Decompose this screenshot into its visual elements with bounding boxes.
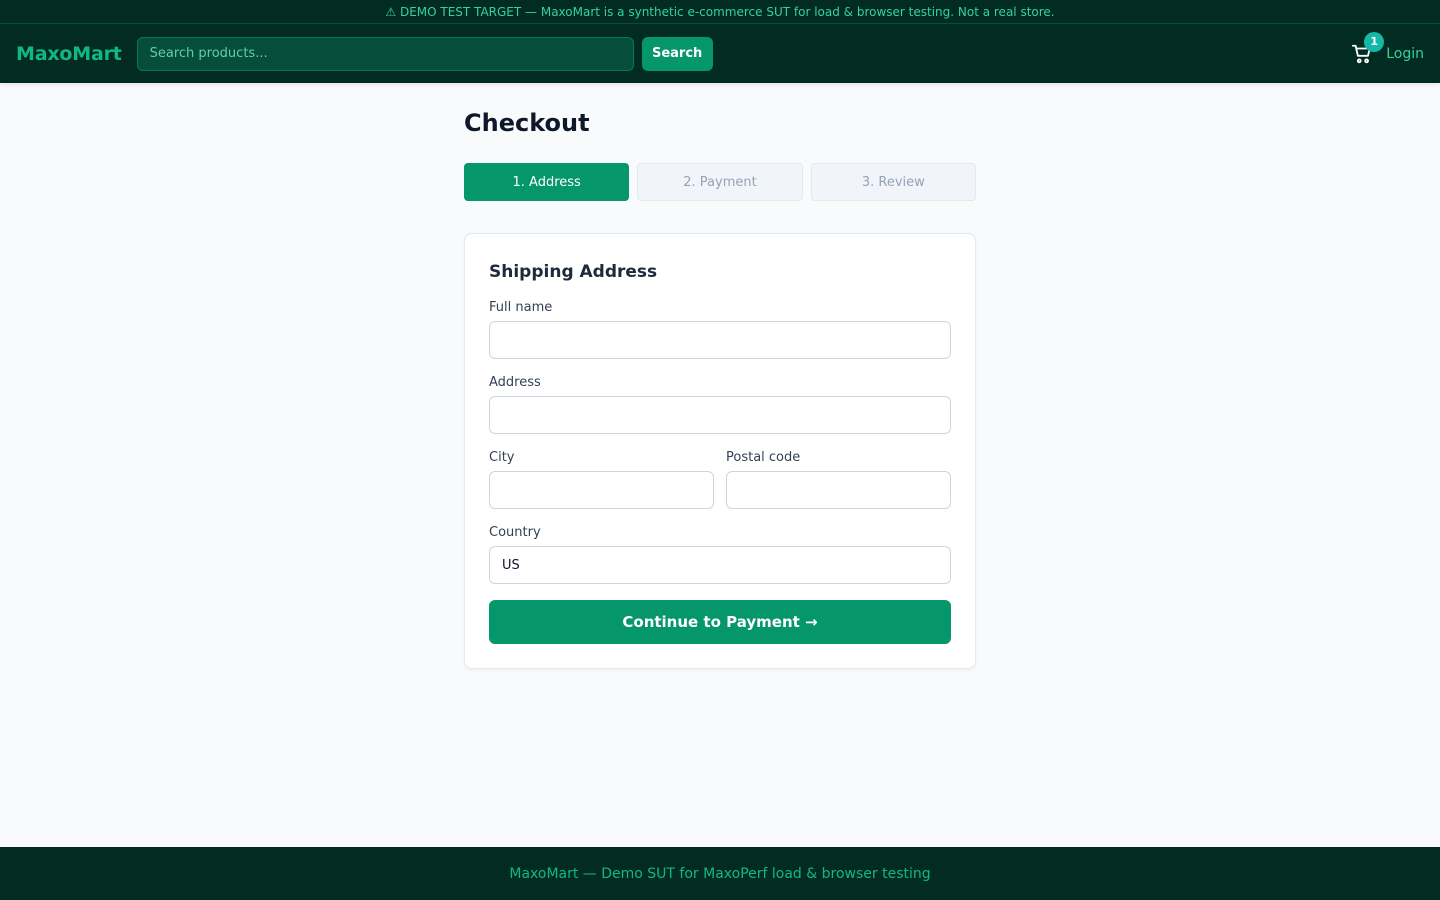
cart-count-badge: 1	[1364, 31, 1385, 52]
shipping-address-card: Shipping Address Full name Address City …	[464, 233, 976, 669]
city-label: City	[489, 450, 515, 465]
city-field-group: City	[489, 450, 714, 509]
country-label: Country	[489, 525, 541, 540]
full-name-input[interactable]	[489, 321, 951, 359]
continue-to-payment-button[interactable]: Continue to Payment →	[489, 600, 951, 644]
step-payment[interactable]: 2. Payment	[637, 163, 803, 201]
navbar: MaxoMart Search 1 Login	[0, 24, 1440, 83]
address-label: Address	[489, 375, 541, 390]
search-input[interactable]	[136, 36, 634, 71]
postal-code-input[interactable]	[726, 471, 951, 509]
cart-link[interactable]: 1	[1350, 31, 1385, 66]
footer-text: MaxoMart — Demo SUT for MaxoPerf load & …	[509, 865, 931, 882]
full-name-label: Full name	[489, 300, 553, 315]
nav-right: 1 Login	[1350, 31, 1424, 66]
address-input[interactable]	[489, 396, 951, 434]
card-title: Shipping Address	[489, 262, 658, 282]
demo-banner: ⚠ DEMO TEST TARGET — MaxoMart is a synth…	[0, 0, 1440, 24]
city-input[interactable]	[489, 471, 714, 509]
logo[interactable]: MaxoMart	[16, 43, 122, 65]
checkout-main: Checkout 1. Address 2. Payment 3. Review…	[464, 83, 976, 669]
step-review[interactable]: 3. Review	[810, 163, 976, 201]
login-link[interactable]: Login	[1386, 46, 1424, 62]
country-input[interactable]	[489, 546, 951, 584]
full-name-field-group: Full name	[489, 300, 951, 359]
page-title: Checkout	[464, 109, 590, 137]
demo-banner-text: ⚠ DEMO TEST TARGET — MaxoMart is a synth…	[385, 4, 1055, 19]
country-field-group: Country	[489, 525, 951, 584]
address-field-group: Address	[489, 375, 951, 434]
checkout-steps: 1. Address 2. Payment 3. Review	[464, 163, 976, 201]
step-address[interactable]: 1. Address	[464, 163, 630, 201]
city-postal-row: City Postal code	[489, 450, 951, 525]
footer: MaxoMart — Demo SUT for MaxoPerf load & …	[0, 847, 1440, 900]
search-button[interactable]: Search	[641, 36, 713, 71]
postal-code-field-group: Postal code	[726, 450, 951, 509]
postal-code-label: Postal code	[726, 450, 801, 465]
